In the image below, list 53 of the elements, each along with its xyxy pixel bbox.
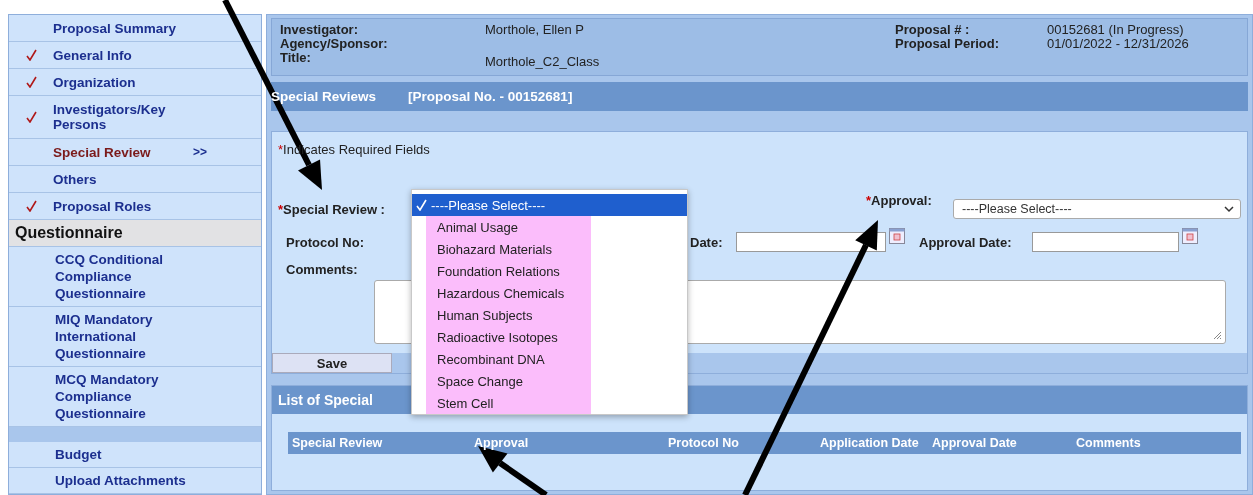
approval-select[interactable]: ----Please Select---- [953, 199, 1241, 219]
column-header: Approval [474, 436, 529, 450]
header-label: Agency/Sponsor: [280, 37, 389, 51]
sidebar-item[interactable]: Budget [9, 442, 261, 468]
header-value: 01/01/2022 - 12/31/2026 [1047, 37, 1190, 51]
application-date-field[interactable] [736, 232, 886, 252]
dropdown-option[interactable]: Animal Usage [426, 216, 591, 238]
protocol-no-label: Protocol No: [286, 234, 365, 250]
proposal-reference: [Proposal No. - 00152681] [408, 89, 573, 104]
calendar-icon[interactable] [889, 228, 905, 244]
header-label: Proposal # : [895, 23, 971, 37]
calendar-icon[interactable] [1182, 228, 1198, 244]
application-date-label: Date: [690, 234, 724, 250]
sidebar-item[interactable]: Others [9, 166, 261, 193]
column-header: Protocol No [668, 436, 739, 450]
column-header: Comments [1076, 436, 1141, 450]
approval-label: *Approval: [866, 193, 933, 208]
dropdown-option[interactable]: Biohazard Materials [426, 238, 591, 260]
sidebar-item[interactable]: CCQ Conditional Compliance Questionnaire [9, 247, 261, 307]
chevron-down-icon [1224, 205, 1234, 213]
sidebar-item[interactable]: MIQ Mandatory International Questionnaire [9, 307, 261, 367]
column-header: Special Review [292, 436, 383, 450]
header-label: Title: [280, 51, 311, 67]
header-value: 00152681 (In Progress) [1047, 23, 1185, 37]
column-header: Application Date [820, 436, 919, 450]
header-value: Morthole, Ellen P [485, 23, 585, 37]
dropdown-option[interactable]: Stem Cell [426, 392, 591, 414]
dropdown-option[interactable]: Hazardous Chemicals [426, 282, 591, 304]
sidebar-item[interactable]: Upload Attachments [9, 468, 261, 494]
dropdown-option[interactable]: Foundation Relations [426, 260, 591, 282]
sidebar-item[interactable]: Investigators/Key Persons [9, 96, 261, 139]
dropdown-option[interactable]: Recombinant DNA [426, 348, 591, 370]
dropdown-option[interactable]: Human Subjects [426, 304, 591, 326]
special-review-label: *Special Review : [278, 201, 386, 217]
approval-date-field[interactable] [1032, 232, 1179, 252]
resize-handle-icon [1213, 331, 1222, 340]
header-label: Proposal Period: [895, 37, 1001, 51]
current-marker: >> [193, 144, 208, 160]
header-label: Investigator: [280, 23, 359, 37]
dropdown-option[interactable]: ----Please Select---- [412, 194, 687, 216]
sidebar-item[interactable]: Proposal Summary [9, 15, 261, 42]
sidebar-item[interactable]: General Info [9, 42, 261, 69]
sidebar-item[interactable]: Special Review >> [9, 139, 261, 166]
column-header: Approval Date [932, 436, 1017, 450]
approval-date-label: Approval Date: [919, 234, 1013, 250]
header-value: Morthole_C2_Class [485, 55, 601, 69]
comments-label: Comments: [286, 262, 359, 277]
sidebar-heading: Questionnaire [9, 220, 261, 247]
dropdown-option[interactable]: Radioactive Isotopes [426, 326, 591, 348]
sidebar-item[interactable]: Organization [9, 69, 261, 96]
check-icon [416, 199, 427, 211]
dropdown-option[interactable]: Space Change [426, 370, 591, 392]
save-button[interactable]: Save [272, 353, 392, 373]
